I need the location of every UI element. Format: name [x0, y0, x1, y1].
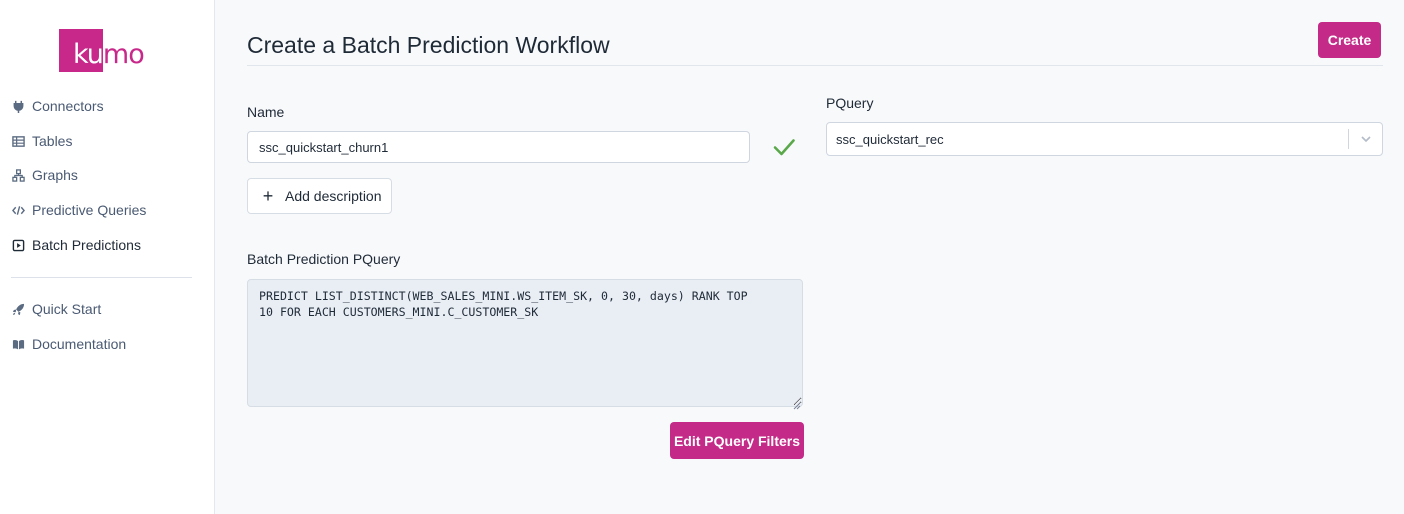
pquery-selected-value: ssc_quickstart_rec: [836, 131, 944, 147]
sidebar-item-tables[interactable]: Tables: [11, 130, 72, 152]
sidebar: kumo Connectors Tables Graphs Predictive…: [0, 0, 215, 514]
sidebar-item-graphs[interactable]: Graphs: [11, 164, 78, 186]
rocket-icon: [11, 302, 25, 316]
name-input[interactable]: [247, 131, 750, 163]
kumo-logo[interactable]: kumo: [59, 29, 147, 73]
chevron-down-icon[interactable]: [1349, 123, 1382, 155]
batch-query-textarea[interactable]: PREDICT LIST_DISTINCT(WEB_SALES_MINI.WS_…: [247, 279, 803, 407]
check-icon: [772, 136, 796, 158]
sidebar-item-label: Batch Predictions: [32, 237, 141, 253]
plus-icon: +: [262, 186, 274, 206]
pquery-label: PQuery: [826, 95, 874, 111]
sidebar-item-label: Predictive Queries: [32, 202, 147, 218]
graph-icon: [11, 168, 25, 182]
table-icon: [11, 134, 25, 148]
sidebar-item-label: Connectors: [32, 98, 104, 114]
resize-grip-icon[interactable]: [793, 397, 801, 410]
main-content: Create a Batch Prediction Workflow Creat…: [215, 0, 1404, 514]
batch-query-label: Batch Prediction PQuery: [247, 251, 401, 267]
logo-text: kumo: [73, 39, 145, 70]
sidebar-item-connectors[interactable]: Connectors: [11, 95, 104, 117]
sidebar-item-documentation[interactable]: Documentation: [11, 333, 126, 355]
page-title: Create a Batch Prediction Workflow: [247, 32, 610, 58]
plug-icon: [11, 99, 25, 113]
create-button[interactable]: Create: [1318, 22, 1381, 58]
sidebar-item-batch-predictions[interactable]: Batch Predictions: [11, 234, 141, 256]
add-description-label: Add description: [285, 188, 382, 204]
name-label: Name: [247, 104, 285, 120]
sidebar-item-label: Quick Start: [32, 301, 102, 317]
sidebar-item-label: Documentation: [32, 336, 127, 352]
code-icon: [11, 203, 25, 217]
book-icon: [11, 337, 25, 351]
title-divider: [247, 65, 1383, 66]
edit-pquery-filters-button[interactable]: Edit PQuery Filters: [670, 422, 804, 459]
pquery-select[interactable]: ssc_quickstart_rec: [826, 122, 1383, 156]
sidebar-item-label: Graphs: [32, 167, 78, 183]
play-square-icon: [11, 238, 25, 252]
sidebar-divider: [11, 277, 192, 278]
add-description-button[interactable]: + Add description: [247, 178, 392, 214]
sidebar-item-quick-start[interactable]: Quick Start: [11, 298, 101, 320]
sidebar-item-predictive-queries[interactable]: Predictive Queries: [11, 199, 146, 221]
sidebar-item-label: Tables: [32, 133, 73, 149]
